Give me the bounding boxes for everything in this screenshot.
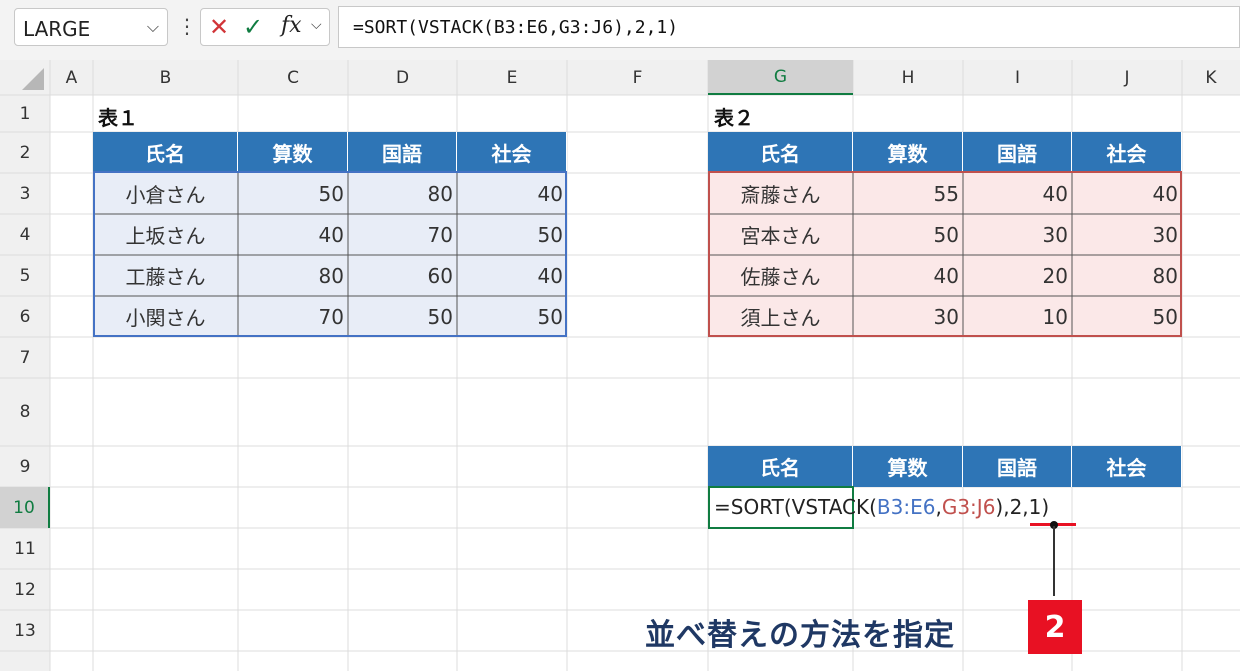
column-header-k[interactable]: K [1182,60,1240,95]
table2-cell[interactable]: 40 [853,255,963,296]
row-header-5[interactable]: 5 [0,255,50,296]
row-header-13[interactable]: 13 [0,610,50,651]
table1-header-cell[interactable]: 算数 [238,132,348,173]
column-header-h[interactable]: H [853,60,963,95]
table2-cell[interactable]: 50 [1072,296,1182,337]
table1-cell[interactable]: 70 [348,214,457,255]
row-header-2[interactable]: 2 [0,132,50,173]
table1-cell[interactable]: 50 [348,296,457,337]
row-header-11[interactable]: 11 [0,528,50,569]
row-header-9[interactable]: 9 [0,446,50,487]
row-header-7[interactable]: 7 [0,337,50,378]
formula-text: =SORT(VSTACK(B3:E6,G3:J6),2,1) [353,17,679,38]
table2-title: 表２ [714,106,754,130]
callout-text: 並べ替えの方法を指定 [645,618,955,653]
table2-cell[interactable]: 30 [963,214,1072,255]
inline-formula: =SORT(VSTACK(B3:E6,G3:J6),2,1) [714,495,1049,519]
table1-cell[interactable]: 50 [457,214,567,255]
column-header-g[interactable]: G [708,60,853,95]
column-header-e[interactable]: E [457,60,567,95]
column-header-c[interactable]: C [238,60,348,95]
formula-bar-buttons: ✕ ✓ fx ⌵ [200,8,330,46]
row-header-6[interactable]: 6 [0,296,50,337]
table2-cell[interactable]: 80 [1072,255,1182,296]
cancel-icon[interactable]: ✕ [209,13,229,41]
table1-cell[interactable]: 40 [457,255,567,296]
table1-cell[interactable]: 小関さん [93,296,238,337]
row-header-4[interactable]: 4 [0,214,50,255]
table2-cell[interactable]: 55 [853,173,963,214]
spreadsheet-grid: A B C D E F G H I J K 1 2 3 4 5 6 7 8 9 10 11 12 13 氏名 算数 国語 社会 小倉さ… [0,60,1240,671]
column-header-d[interactable]: D [348,60,457,95]
callout-line [1053,526,1055,596]
table2-header-cell[interactable]: 国語 [963,132,1072,173]
table2-cell[interactable]: 30 [1072,214,1182,255]
callout-badge: 2 [1028,600,1082,654]
table1-cell[interactable]: 小倉さん [93,173,238,214]
formula-part-suffix: ),2,1) [995,495,1050,519]
more-options-icon[interactable]: ⋮ [177,14,197,38]
formula-part-prefix: =SORT(VSTACK( [714,495,877,519]
formula-input[interactable]: =SORT(VSTACK(B3:E6,G3:J6),2,1) [338,6,1240,48]
table2-cell[interactable]: 10 [963,296,1072,337]
chevron-down-icon[interactable]: ⌵ [311,17,322,33]
table2-cell[interactable]: 20 [963,255,1072,296]
result-header-cell[interactable]: 算数 [853,446,963,487]
table2-cell[interactable]: 宮本さん [708,214,853,255]
table1-header-cell[interactable]: 国語 [348,132,457,173]
table2-cell[interactable]: 50 [853,214,963,255]
column-header-f[interactable]: F [567,60,708,95]
formula-ref-table1: B3:E6 [876,495,936,519]
formula-ref-table2: G3:J6 [941,495,996,519]
row-header-12[interactable]: 12 [0,569,50,610]
table2-header-cell[interactable]: 社会 [1072,132,1182,173]
name-box[interactable]: LARGE ⌵ [14,8,168,46]
name-box-value: LARGE [23,17,91,41]
table1-cell[interactable]: 50 [457,296,567,337]
table1-cell[interactable]: 工藤さん [93,255,238,296]
table1-header-cell[interactable]: 社会 [457,132,567,173]
insert-function-icon[interactable]: fx [281,13,302,38]
table1-cell[interactable]: 40 [457,173,567,214]
table1-title: 表１ [98,106,138,130]
table1-cell[interactable]: 70 [238,296,348,337]
column-header-j[interactable]: J [1072,60,1182,95]
table2-cell[interactable]: 斎藤さん [708,173,853,214]
table2-cell[interactable]: 佐藤さん [708,255,853,296]
table2-cell[interactable]: 30 [853,296,963,337]
table2-cell[interactable]: 40 [963,173,1072,214]
formula-bar: LARGE ⌵ ⋮ ✕ ✓ fx ⌵ =SORT(VSTACK(B3:E6,G3… [0,0,1240,61]
table1-cell[interactable]: 80 [238,255,348,296]
row-header-3[interactable]: 3 [0,173,50,214]
table2-cell[interactable]: 40 [1072,173,1182,214]
row-header-1[interactable]: 1 [0,95,50,132]
enter-icon[interactable]: ✓ [243,13,263,41]
table1-cell[interactable]: 40 [238,214,348,255]
row-header-8[interactable]: 8 [0,378,50,446]
table2-header-cell[interactable]: 氏名 [708,132,853,173]
table1-header-cell[interactable]: 氏名 [93,132,238,173]
column-header-i[interactable]: I [963,60,1072,95]
result-header-cell[interactable]: 社会 [1072,446,1182,487]
column-header-a[interactable]: A [50,60,93,95]
result-header-cell[interactable]: 氏名 [708,446,853,487]
table1-cell[interactable]: 80 [348,173,457,214]
table1-cell[interactable]: 上坂さん [93,214,238,255]
table1-cell[interactable]: 60 [348,255,457,296]
result-header-cell[interactable]: 国語 [963,446,1072,487]
column-header-b[interactable]: B [93,60,238,95]
table2-cell[interactable]: 須上さん [708,296,853,337]
chevron-down-icon[interactable]: ⌵ [147,17,159,37]
table2-header-cell[interactable]: 算数 [853,132,963,173]
row-header-10[interactable]: 10 [0,487,50,528]
table1-cell[interactable]: 50 [238,173,348,214]
